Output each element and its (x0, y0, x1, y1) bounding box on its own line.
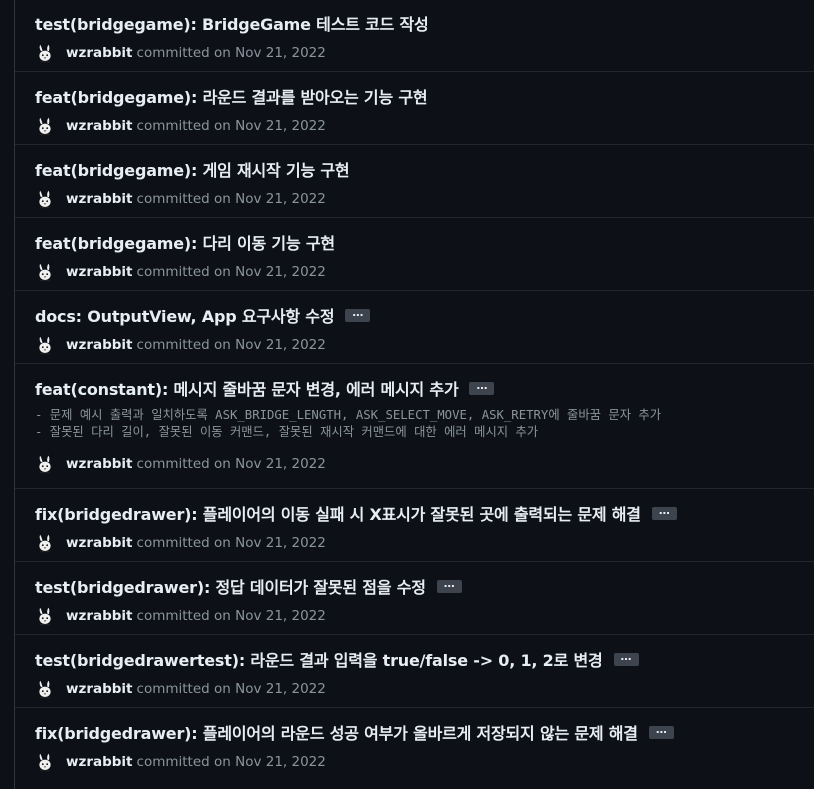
commit-message-link[interactable]: fix(bridgedrawer): 플레이어의 이동 실패 시 X표시가 잘못… (35, 501, 641, 525)
commit-meta: wzrabbit committed on Nov 21, 2022 (35, 43, 814, 63)
commit-item: test(bridgedrawertest): 라운드 결과 입력을 true/… (15, 634, 814, 707)
commit-message-link[interactable]: docs: OutputView, App 요구사항 수정 (35, 303, 335, 327)
commit-title-row: feat(bridgegame): 다리 이동 기능 구현 (35, 230, 814, 254)
commit-date: committed on Nov 21, 2022 (136, 337, 326, 353)
commit-body: - 문제 예시 출력과 일치하도록 ASK_BRIDGE_LENGTH, ASK… (35, 408, 662, 439)
commit-author-link[interactable]: wzrabbit (66, 754, 133, 770)
commit-content: feat(bridgegame): 다리 이동 기능 구현 wzrabbit co… (35, 230, 814, 282)
commit-title-row: feat(constant): 메시지 줄바꿈 문자 변경, 에러 메시지 추가… (35, 376, 814, 400)
commit-title-row: test(bridgedrawertest): 라운드 결과 입력을 true/… (35, 647, 814, 671)
commit-author-link[interactable]: wzrabbit (66, 337, 133, 353)
commit-content: test(bridgegame): BridgeGame 테스트 코드 작성 w… (35, 11, 814, 63)
commit-title-row: docs: OutputView, App 요구사항 수정 … (35, 303, 814, 327)
commit-message-link[interactable]: feat(bridgegame): 게임 재시작 기능 구현 (35, 157, 350, 181)
expand-commit-body-button[interactable]: … (613, 651, 639, 666)
commit-content: test(bridgedrawertest): 라운드 결과 입력을 true/… (35, 647, 814, 699)
commit-content: docs: OutputView, App 요구사항 수정 … wzrabbit c… (35, 303, 814, 355)
expand-commit-body-button[interactable]: … (436, 578, 462, 593)
commit-content: test(bridgedrawer): 정답 데이터가 잘못된 점을 수정 … w… (35, 574, 814, 626)
rabbit-icon[interactable] (35, 189, 55, 209)
commit-date: committed on Nov 21, 2022 (136, 608, 326, 624)
commit-author-link[interactable]: wzrabbit (66, 118, 133, 134)
commit-item: fix(bridgedrawer): 플레이어의 이동 실패 시 X표시가 잘못… (15, 488, 814, 561)
commit-date: committed on Nov 21, 2022 (136, 45, 326, 61)
commit-date: committed on Nov 21, 2022 (136, 754, 326, 770)
commit-meta: wzrabbit committed on Nov 21, 2022 (35, 533, 814, 553)
commit-message-link[interactable]: fix(bridgedrawer): 플레이어의 라운드 성공 여부가 올바르게… (35, 720, 638, 744)
commit-meta: wzrabbit committed on Nov 21, 2022 (35, 679, 814, 699)
commit-message-link[interactable]: test(bridgedrawer): 정답 데이터가 잘못된 점을 수정 (35, 574, 426, 598)
commit-author-link[interactable]: wzrabbit (66, 535, 133, 551)
commit-title-row: feat(bridgegame): 라운드 결과를 받아오는 기능 구현 (35, 84, 814, 108)
commit-item: test(bridgegame): BridgeGame 테스트 코드 작성 w… (15, 0, 814, 71)
commit-content: feat(constant): 메시지 줄바꿈 문자 변경, 에러 메시지 추가… (35, 376, 814, 474)
commit-author-link[interactable]: wzrabbit (66, 191, 133, 207)
expand-commit-body-button[interactable]: … (651, 505, 677, 520)
commit-content: feat(bridgegame): 게임 재시작 기능 구현 wzrabbit c… (35, 157, 814, 209)
rabbit-icon[interactable] (35, 43, 55, 63)
commit-date: committed on Nov 21, 2022 (136, 191, 326, 207)
commit-meta: wzrabbit committed on Nov 21, 2022 (35, 335, 814, 355)
commit-item: feat(bridgegame): 다리 이동 기능 구현 wzrabbit co… (15, 217, 814, 290)
rabbit-icon[interactable] (35, 679, 55, 699)
commit-content: fix(bridgedrawer): 플레이어의 이동 실패 시 X표시가 잘못… (35, 501, 814, 553)
rabbit-icon[interactable] (35, 752, 55, 772)
rabbit-icon[interactable] (35, 335, 55, 355)
commit-meta: wzrabbit committed on Nov 21, 2022 (35, 454, 814, 474)
commit-item: test(bridgedrawer): 정답 데이터가 잘못된 점을 수정 … w… (15, 561, 814, 634)
commit-date: committed on Nov 21, 2022 (136, 264, 326, 280)
commit-item: feat(bridgegame): 라운드 결과를 받아오는 기능 구현 wzr… (15, 71, 814, 144)
commit-title-row: test(bridgedrawer): 정답 데이터가 잘못된 점을 수정 … (35, 574, 814, 598)
commit-author-link[interactable]: wzrabbit (66, 608, 133, 624)
commit-message-link[interactable]: test(bridgedrawertest): 라운드 결과 입력을 true/… (35, 647, 603, 671)
commit-meta: wzrabbit committed on Nov 21, 2022 (35, 189, 814, 209)
commit-author-link[interactable]: wzrabbit (66, 681, 133, 697)
commit-author-link[interactable]: wzrabbit (66, 456, 133, 472)
commit-list: test(bridgegame): BridgeGame 테스트 코드 작성 w… (15, 0, 814, 780)
rabbit-icon[interactable] (35, 262, 55, 282)
commit-message-link[interactable]: feat(bridgegame): 라운드 결과를 받아오는 기능 구현 (35, 84, 428, 108)
commit-date: committed on Nov 21, 2022 (136, 118, 326, 134)
commit-author-link[interactable]: wzrabbit (66, 45, 133, 61)
commit-title-row: feat(bridgegame): 게임 재시작 기능 구현 (35, 157, 814, 181)
commit-meta: wzrabbit committed on Nov 21, 2022 (35, 606, 814, 626)
commit-title-row: fix(bridgedrawer): 플레이어의 이동 실패 시 X표시가 잘못… (35, 501, 814, 525)
commit-title-row: fix(bridgedrawer): 플레이어의 라운드 성공 여부가 올바르게… (35, 720, 814, 744)
commit-message-link[interactable]: test(bridgegame): BridgeGame 테스트 코드 작성 (35, 11, 429, 35)
commit-author-link[interactable]: wzrabbit (66, 264, 133, 280)
commit-content: feat(bridgegame): 라운드 결과를 받아오는 기능 구현 wzr… (35, 84, 814, 136)
rabbit-icon[interactable] (35, 606, 55, 626)
expand-commit-body-button[interactable]: … (648, 724, 674, 739)
commit-content: fix(bridgedrawer): 플레이어의 라운드 성공 여부가 올바르게… (35, 720, 814, 772)
rabbit-icon[interactable] (35, 116, 55, 136)
commit-date: committed on Nov 21, 2022 (136, 456, 326, 472)
commit-meta: wzrabbit committed on Nov 21, 2022 (35, 116, 814, 136)
commit-item: docs: OutputView, App 요구사항 수정 … wzrabbit c… (15, 290, 814, 363)
expand-commit-body-button[interactable]: … (345, 307, 371, 322)
rabbit-icon[interactable] (35, 454, 55, 474)
commit-meta: wzrabbit committed on Nov 21, 2022 (35, 752, 814, 772)
commit-message-link[interactable]: feat(bridgegame): 다리 이동 기능 구현 (35, 230, 335, 254)
commit-title-row: test(bridgegame): BridgeGame 테스트 코드 작성 (35, 11, 814, 35)
commit-item: fix(bridgedrawer): 플레이어의 라운드 성공 여부가 올바르게… (15, 707, 814, 780)
commit-meta: wzrabbit committed on Nov 21, 2022 (35, 262, 814, 282)
expand-commit-body-button[interactable]: … (469, 380, 495, 395)
commit-history: test(bridgegame): BridgeGame 테스트 코드 작성 w… (0, 0, 814, 789)
commit-date: committed on Nov 21, 2022 (136, 681, 326, 697)
rabbit-icon[interactable] (35, 533, 55, 553)
commit-item: feat(bridgegame): 게임 재시작 기능 구현 wzrabbit c… (15, 144, 814, 217)
commit-date: committed on Nov 21, 2022 (136, 535, 326, 551)
commit-item: feat(constant): 메시지 줄바꿈 문자 변경, 에러 메시지 추가… (15, 363, 814, 488)
commit-message-link[interactable]: feat(constant): 메시지 줄바꿈 문자 변경, 에러 메시지 추가 (35, 376, 459, 400)
